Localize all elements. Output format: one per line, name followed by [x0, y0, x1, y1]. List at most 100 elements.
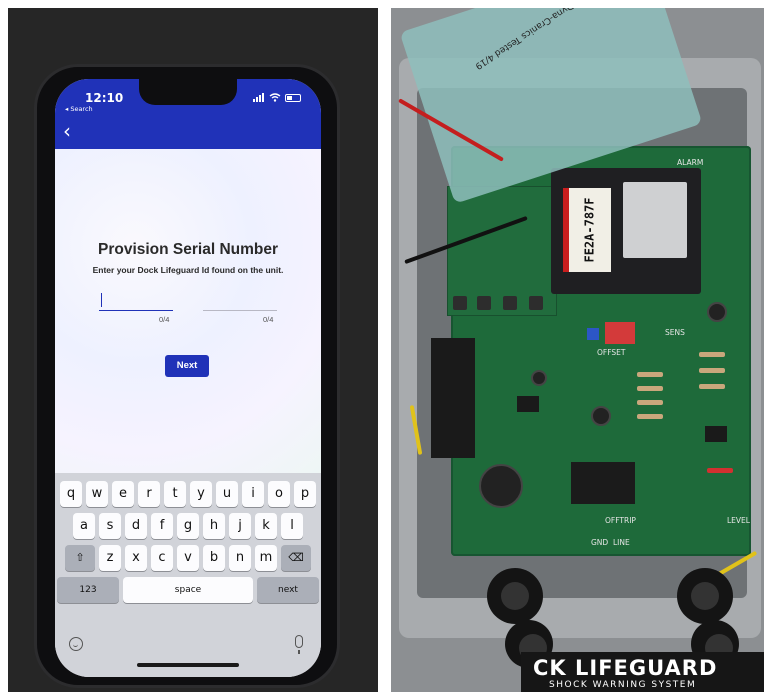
back-chevron-icon[interactable]: ‹	[63, 121, 71, 141]
resistor	[637, 372, 663, 377]
brand-logo-text: CK LIFEGUARD	[533, 656, 718, 680]
keyboard-next-key[interactable]: next	[257, 577, 319, 603]
key-s[interactable]: s	[99, 513, 121, 539]
key-g[interactable]: g	[177, 513, 199, 539]
page-subtitle: Enter your Dock Lifeguard Id found on th…	[92, 265, 284, 275]
key-q[interactable]: q	[60, 481, 82, 507]
resistor	[707, 468, 733, 473]
pcb-label-offset: OFFSET	[597, 348, 626, 357]
capacitor	[531, 370, 547, 386]
dip-switch	[605, 322, 635, 344]
keyboard-row-2: a s d f g h j k l	[55, 513, 321, 539]
key-u[interactable]: u	[216, 481, 238, 507]
resistor	[637, 400, 663, 405]
pcb-photo: FE2A-787F ALARM OFFSET SENS GND LINE OFF…	[391, 8, 764, 692]
phone-notch	[139, 79, 237, 105]
serial-part2-counter: 0/4	[263, 315, 274, 324]
key-x[interactable]: x	[125, 545, 147, 571]
key-t[interactable]: t	[164, 481, 186, 507]
resistor	[637, 414, 663, 419]
keyboard: q w e r t y u i o p a s d f g h j k l ⇧ …	[55, 473, 321, 677]
serial-part2-input[interactable]	[203, 289, 277, 311]
ic-chip	[705, 426, 727, 442]
serial-number-sticker: FE2A-787F	[563, 188, 611, 272]
brand-banner: CK LIFEGUARD SHOCK WARNING SYSTEM	[521, 652, 764, 692]
ic-chip	[517, 396, 539, 412]
battery-icon	[285, 93, 301, 102]
ribbon-cable-label: Dyna-Cranics Tested 4/19	[473, 8, 575, 71]
cable-gland	[487, 568, 543, 624]
key-e[interactable]: e	[112, 481, 134, 507]
resistor	[699, 384, 725, 389]
capacitor	[591, 406, 611, 426]
pcb-label-line: LINE	[613, 538, 630, 547]
home-indicator	[137, 663, 239, 667]
key-h[interactable]: h	[203, 513, 225, 539]
wifi-icon	[269, 93, 281, 102]
keyboard-row-4: 123 space next	[55, 577, 321, 603]
key-c[interactable]: c	[151, 545, 173, 571]
key-w[interactable]: w	[86, 481, 108, 507]
emoji-icon[interactable]	[69, 637, 83, 651]
relay	[571, 462, 635, 504]
resistor	[699, 368, 725, 373]
serial-number-text: FE2A-787F	[583, 197, 597, 263]
phone-body: 12:10 ◂ Search ‹ Provision Serial Number…	[34, 64, 340, 688]
pcb-label-alarm: ALARM	[677, 158, 704, 167]
capacitor	[707, 302, 727, 322]
resistor	[699, 352, 725, 357]
pcb-button	[453, 296, 467, 310]
status-time: 12:10	[85, 91, 124, 105]
phone-screen: 12:10 ◂ Search ‹ Provision Serial Number…	[55, 79, 321, 677]
key-f[interactable]: f	[151, 513, 173, 539]
wireless-module: FE2A-787F	[551, 168, 701, 294]
key-k[interactable]: k	[255, 513, 277, 539]
heatsink	[431, 338, 475, 458]
pcb-label-level: LEVEL	[727, 516, 750, 525]
key-y[interactable]: y	[190, 481, 212, 507]
key-m[interactable]: m	[255, 545, 277, 571]
composite-photo: 12:10 ◂ Search ‹ Provision Serial Number…	[0, 0, 764, 692]
key-v[interactable]: v	[177, 545, 199, 571]
pcb-button	[529, 296, 543, 310]
microphone-icon[interactable]	[295, 635, 303, 654]
next-button[interactable]: Next	[165, 355, 209, 377]
capacitor	[479, 464, 523, 508]
key-a[interactable]: a	[73, 513, 95, 539]
brand-tagline: SHOCK WARNING SYSTEM	[549, 680, 697, 690]
pcb-button	[503, 296, 517, 310]
phone-photo: 12:10 ◂ Search ‹ Provision Serial Number…	[8, 8, 378, 692]
signal-icon	[253, 93, 264, 102]
key-d[interactable]: d	[125, 513, 147, 539]
pcb-label-sens: SENS	[665, 328, 685, 337]
key-p[interactable]: p	[294, 481, 316, 507]
key-z[interactable]: z	[99, 545, 121, 571]
provision-form: Provision Serial Number Enter your Dock …	[55, 149, 321, 473]
key-n[interactable]: n	[229, 545, 251, 571]
key-j[interactable]: j	[229, 513, 251, 539]
status-icons	[253, 93, 301, 102]
module-chip	[623, 182, 687, 258]
shift-key[interactable]: ⇧	[65, 545, 95, 571]
space-key[interactable]: space	[123, 577, 253, 603]
delete-key[interactable]: ⌫	[281, 545, 311, 571]
keyboard-row-1: q w e r t y u i o p	[55, 481, 321, 507]
numbers-key[interactable]: 123	[57, 577, 119, 603]
key-i[interactable]: i	[242, 481, 264, 507]
back-to-search-link[interactable]: ◂ Search	[65, 105, 93, 113]
cable-gland	[677, 568, 733, 624]
pcb-label-gnd: GND	[591, 538, 609, 547]
keyboard-row-3: ⇧ z x c v b n m ⌫	[55, 545, 321, 571]
resistor	[637, 386, 663, 391]
potentiometer	[587, 328, 599, 340]
key-b[interactable]: b	[203, 545, 225, 571]
key-r[interactable]: r	[138, 481, 160, 507]
page-title: Provision Serial Number	[97, 241, 279, 258]
key-l[interactable]: l	[281, 513, 303, 539]
serial-part1-counter: 0/4	[159, 315, 170, 324]
key-o[interactable]: o	[268, 481, 290, 507]
serial-part1-input[interactable]	[99, 289, 173, 311]
pcb-label-offtrip: OFFTRIP	[605, 516, 636, 525]
pcb-button	[477, 296, 491, 310]
text-caret	[101, 293, 102, 307]
